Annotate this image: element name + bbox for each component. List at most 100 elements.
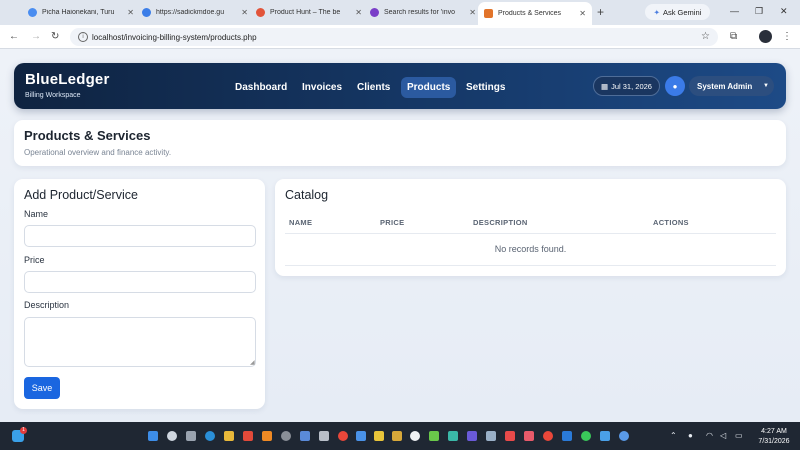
tab-favicon-icon [256,8,265,17]
nav-settings[interactable]: Settings [460,77,511,98]
tab-title: Picha Haionekani, Turu [42,9,115,16]
vscode-icon[interactable] [562,431,572,441]
back-icon[interactable]: ← [9,31,19,42]
app-tray-icon[interactable]: ● [688,431,693,440]
profile-avatar-icon[interactable] [759,30,772,43]
add-product-form: Add Product/Service Name Price Descripti… [14,179,265,409]
tab-title: Search results for 'invo [384,9,455,16]
restore-icon[interactable]: ❐ [755,6,763,17]
minimize-icon[interactable]: — [730,6,739,16]
clock-date: 7/31/2026 [758,438,790,445]
close-tab-icon[interactable]: ✕ [127,8,134,17]
browser-tab-bar: Picha Haionekani, Turu ✕ https://sadickm… [0,0,800,25]
close-window-icon[interactable]: ✕ [780,6,788,17]
page-title: Products & Services [24,128,151,143]
app-icon[interactable] [448,431,458,441]
nav-products[interactable]: Products [401,77,457,98]
tab-favicon-icon [370,8,379,17]
catalog-title: Catalog [285,188,329,202]
app-icon[interactable] [392,431,402,441]
form-title: Add Product/Service [24,188,138,202]
chrome-active-icon[interactable] [543,431,553,441]
show-hidden-icons-icon[interactable]: ⌃ [670,431,677,440]
close-tab-icon[interactable]: ✕ [469,8,476,17]
date-text: Jul 31, 2026 [611,81,652,91]
bookmark-star-icon[interactable]: ☆ [701,31,710,42]
app-icon[interactable] [524,431,534,441]
search-icon[interactable] [167,431,177,441]
close-tab-icon[interactable]: ✕ [241,8,248,17]
name-label: Name [24,209,49,219]
gemini-sparkle-icon: ✦ [653,7,660,17]
app-icon[interactable] [300,431,310,441]
column-header-name: NAME [289,218,313,227]
app-icon[interactable] [243,431,253,441]
task-view-icon[interactable] [186,431,196,441]
tab-favicon-icon [142,8,151,17]
vlc-icon[interactable] [262,431,272,441]
description-textarea[interactable] [24,317,256,367]
close-tab-icon[interactable]: ✕ [579,9,586,18]
close-tab-icon[interactable]: ✕ [355,8,362,17]
app-icon[interactable] [281,431,291,441]
reload-icon[interactable]: ↻ [51,31,59,42]
site-info-icon[interactable]: i [78,32,88,42]
description-label: Description [24,300,70,310]
catalog-card: Catalog NAME PRICE DESCRIPTION ACTIONS N… [275,179,786,276]
name-input[interactable] [24,225,256,247]
user-avatar-icon[interactable]: ● [665,76,685,96]
app-icon[interactable] [356,431,366,441]
nav-clients[interactable]: Clients [351,77,396,98]
app-icon[interactable] [505,431,515,441]
browser-tab-3[interactable]: Product Hunt – The be ✕ [250,3,368,22]
teams-icon[interactable] [467,431,477,441]
chevron-down-icon: ▼ [763,83,769,89]
nav-invoices[interactable]: Invoices [296,77,348,98]
brand-logo[interactable]: BlueLedger [25,71,110,88]
user-menu-button[interactable]: System Admin ▼ [689,76,774,96]
browser-menu-icon[interactable]: ⋮ [782,31,792,42]
browser-tab-2[interactable]: https://sadickmdoe.gu ✕ [136,3,254,22]
url-text: localhost/invoicing-billing-system/produ… [92,32,257,42]
wifi-icon[interactable]: ◠ [706,431,713,440]
price-input[interactable] [24,271,256,293]
app-icon[interactable] [429,431,439,441]
app-icon[interactable] [374,431,384,441]
notification-badge: 1 [20,427,27,434]
browser-tab-1[interactable]: Picha Haionekani, Turu ✕ [22,3,140,22]
browser-tab-active[interactable]: Products & Services ✕ [478,2,592,25]
whatsapp-icon[interactable] [581,431,591,441]
battery-icon[interactable]: ▭ [735,431,743,440]
calendar-icon: ▦ [601,81,609,91]
price-label: Price [24,255,45,265]
ask-gemini-button[interactable]: ✦ Ask Gemini [645,4,710,20]
file-explorer-icon[interactable] [224,431,234,441]
tab-favicon-icon [28,8,37,17]
app-icon[interactable] [619,431,629,441]
resize-grip-icon[interactable]: ◢ [250,359,255,366]
table-divider [285,233,776,234]
app-icon[interactable] [600,431,610,441]
app-header: BlueLedger Billing Workspace Dashboard I… [14,63,786,109]
column-header-actions: ACTIONS [653,218,689,227]
chrome-icon[interactable] [338,431,348,441]
app-icon[interactable] [486,431,496,441]
ask-gemini-label: Ask Gemini [662,7,702,17]
date-badge: ▦ Jul 31, 2026 [593,76,660,96]
volume-icon[interactable]: ◁ [720,431,726,440]
browser-tab-4[interactable]: Search results for 'invo ✕ [364,3,482,22]
new-tab-button[interactable]: + [597,5,604,19]
start-icon[interactable] [148,431,158,441]
save-button[interactable]: Save [24,377,60,399]
table-divider [285,265,776,266]
tab-title: https://sadickmdoe.gu [156,9,225,16]
extensions-icon[interactable]: ⧉ [730,31,737,42]
nav-dashboard[interactable]: Dashboard [229,77,293,98]
address-bar[interactable]: i localhost/invoicing-billing-system/pro… [70,28,718,46]
github-icon[interactable] [410,431,420,441]
app-icon[interactable] [319,431,329,441]
edge-icon[interactable] [205,431,215,441]
forward-icon[interactable]: → [31,31,41,42]
page-content: BlueLedger Billing Workspace Dashboard I… [0,49,800,422]
system-clock[interactable]: 4:27 AM 7/31/2026 [752,427,796,447]
